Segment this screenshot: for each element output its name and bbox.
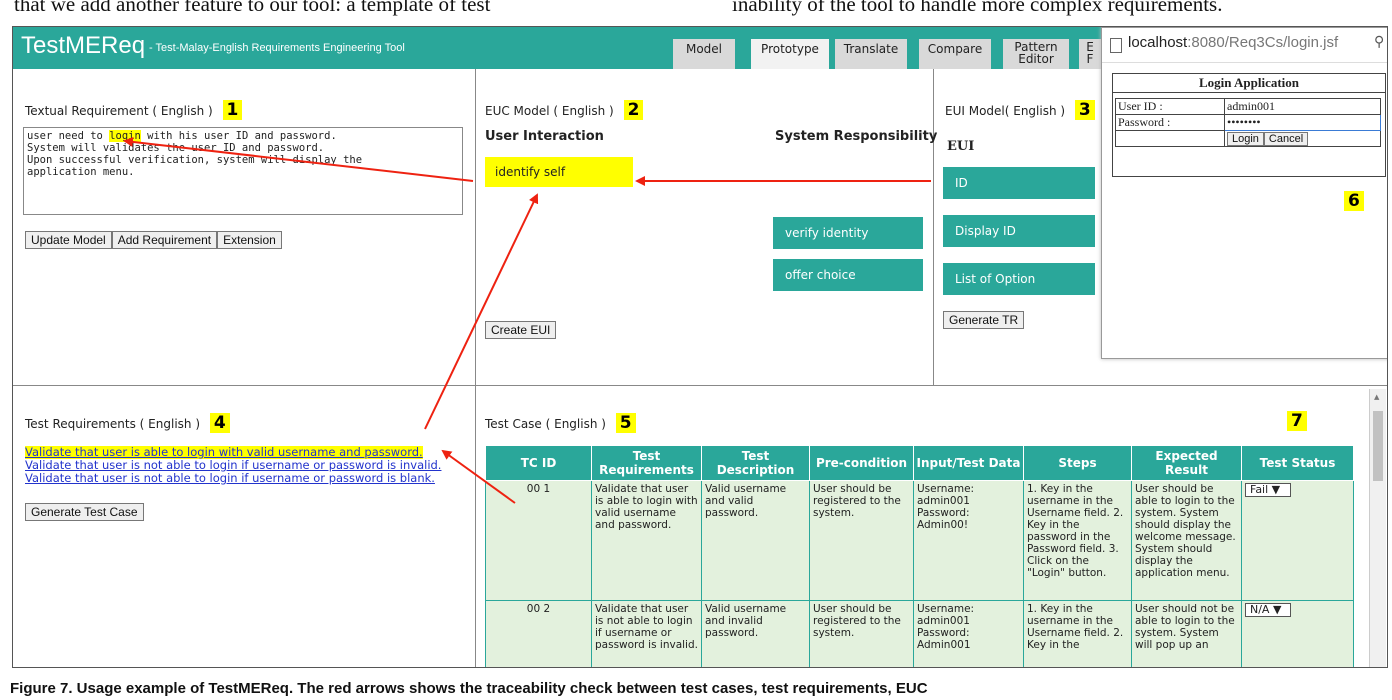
figure-caption: Figure 7. Usage example of TestMEReq. Th… xyxy=(10,680,928,697)
paper-text-right: inability of the tool to handle more com… xyxy=(732,0,1223,16)
arrow-tc-to-tr xyxy=(441,449,516,504)
arrow-tr-to-euc xyxy=(424,193,539,430)
paper-text-left: that we add another feature to our tool:… xyxy=(14,0,491,16)
arrow-euc-to-text xyxy=(123,136,474,182)
traceability-arrows xyxy=(123,136,931,504)
app-window: TestMEReq - Test-Malay-English Requireme… xyxy=(12,26,1388,668)
paper-text-top: that we add another feature to our tool:… xyxy=(0,0,1392,26)
